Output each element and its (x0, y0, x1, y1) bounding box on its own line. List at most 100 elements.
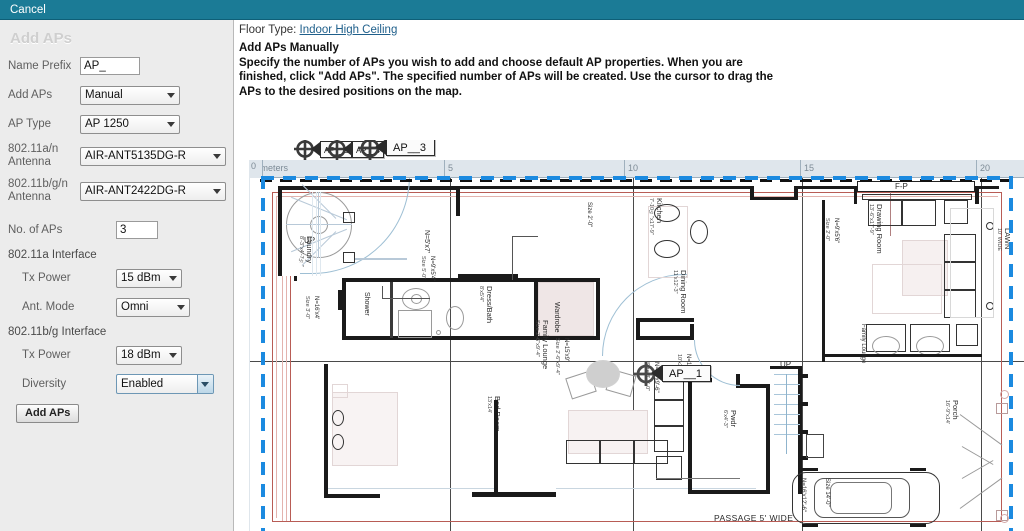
tx-power-a-label: Tx Power (22, 271, 71, 284)
instructions-title: Add APs Manually (239, 42, 339, 54)
num-aps-label: No. of APs (8, 223, 63, 236)
add-aps-form: Name Prefix Add APs Manual AP Type AP 12… (0, 53, 233, 423)
field-ant-mode: Ant. Mode Omni (8, 294, 227, 320)
section-802-11bg: 802.11b/g Interface (8, 326, 107, 338)
instructions: Add APs Manually Specify the number of A… (235, 36, 1024, 99)
add-aps-mode-value: Manual (85, 89, 123, 101)
instructions-line-1: Specify the number of APs you wish to ad… (239, 56, 743, 69)
chevron-down-icon (213, 154, 221, 159)
ap-marker-3[interactable]: AP__3 (358, 140, 436, 160)
chevron-down-icon (201, 382, 209, 387)
main-content: Floor Type: Indoor High Ceiling Add APs … (235, 20, 1024, 531)
antenna-a-label: 802.11a/n Antenna (8, 143, 59, 168)
room-label-shower: Shower (363, 292, 370, 316)
chevron-down-icon (177, 305, 185, 310)
tx-power-a-value: 15 dBm (121, 272, 161, 284)
floor-type-row: Floor Type: Indoor High Ceiling (235, 20, 1024, 36)
ap-label-text: AP__1 (662, 364, 712, 382)
dim-label-b: N=9'x5'4" Size 5'-0" (420, 256, 435, 282)
chevron-down-icon (167, 122, 175, 127)
num-aps-input[interactable] (116, 221, 158, 239)
floor-plan-drawing: F-P UP Laundry 8'-3"x4'-7½" Shower Dress… (250, 178, 1024, 531)
diversity-select[interactable]: Enabled (116, 374, 214, 394)
ap-marker-1[interactable]: AP__1 (634, 362, 712, 386)
diversity-label: Diversity (22, 377, 67, 390)
tx-power-a-select[interactable]: 15 dBm (116, 268, 182, 288)
antenna-a-value: AIR-ANT5135DG-R (85, 150, 186, 162)
ap-pointer-icon (343, 142, 352, 156)
instructions-line-3: APs to the desired positions on the map. (239, 85, 462, 98)
room-label-passage: PASSAGE 5' WIDE (714, 513, 794, 523)
ap-label-tag: AP__1 (651, 364, 712, 382)
ant-mode-label: Ant. Mode (22, 300, 75, 313)
diversity-value: Enabled (121, 378, 164, 390)
floor-type-label: Floor Type: (239, 24, 297, 36)
instructions-line-2: finished, click "Add APs". The specified… (239, 71, 774, 83)
field-tx-power-a: Tx Power 15 dBm (8, 265, 227, 291)
car-dim-2: Size 14'-0" (824, 478, 830, 507)
antenna-bg-select[interactable]: AIR-ANT2422DG-R (80, 181, 226, 201)
add-aps-sidebar: Add APs Name Prefix Add APs Manual AP Ty… (0, 20, 234, 531)
chevron-down-icon (169, 276, 177, 281)
ap-pointer-icon (375, 140, 386, 155)
ap-pointer-icon (651, 365, 662, 381)
add-aps-screen: Cancel Add APs Name Prefix Add APs Manua… (0, 0, 1024, 531)
ruler-top-tick-10: 10 (628, 163, 639, 173)
panel-title: Add APs (10, 30, 72, 47)
field-ap-type: AP Type AP 1250 (8, 111, 227, 137)
selection-border-left (261, 176, 265, 531)
ap-type-select[interactable]: AP 1250 (80, 114, 180, 134)
field-tx-power-bg: Tx Power 18 dBm (8, 342, 227, 368)
selection-border-top (261, 176, 1013, 180)
stair-label-up-2: UP (780, 360, 792, 369)
field-antenna-bg: 802.11b/g/n Antenna AIR-ANT2422DG-R (8, 175, 227, 207)
ruler-left-tick-0: 0 (251, 161, 257, 171)
antenna-a-select[interactable]: AIR-ANT5135DG-R (80, 146, 226, 166)
add-aps-submit-button[interactable]: Add APs (16, 404, 80, 423)
car-dim-1: N=16'x12'-6" (800, 478, 806, 512)
ap-label-tag: AP__3 (375, 140, 436, 156)
room-label-bed: Bed Room13'x14' (486, 396, 502, 431)
dim-label-c: N=16'x4' Size 3'-0" (304, 296, 319, 320)
floor-map[interactable]: 0 meters 5 10 15 20 0 5 10 (239, 140, 1024, 531)
field-diversity: Diversity Enabled (8, 371, 227, 397)
room-label-dress-bath: Dress/Bath 8'x5'4" (478, 286, 494, 324)
chevron-down-icon (167, 93, 175, 98)
dim-label-a: N=5'x7' (423, 230, 430, 254)
chevron-down-icon (213, 189, 221, 194)
selection-border-right (1009, 176, 1013, 531)
room-label-f-p: F-P (895, 182, 908, 191)
floor-type-link[interactable]: Indoor High Ceiling (300, 24, 398, 36)
ant-mode-select[interactable]: Omni (116, 297, 190, 317)
ap-type-label: AP Type (8, 117, 52, 130)
antenna-bg-value: AIR-ANT2422DG-R (85, 185, 186, 197)
ruler-top-tick-20: 20 (980, 163, 991, 173)
field-name-prefix: Name Prefix (8, 53, 227, 79)
room-label-porch: Porch 16'-9"x14' (944, 400, 960, 424)
dim-label-i: Family Lounge (860, 324, 866, 364)
ap-type-value: AP 1250 (85, 118, 129, 130)
window-titlebar: Cancel (0, 0, 1024, 20)
ap-label-text: AP__3 (386, 140, 436, 156)
dim-label-d: N=15'x9' Size 2'-6"x9'-4" (554, 338, 569, 375)
name-prefix-input[interactable] (80, 57, 140, 75)
room-label-family-lounge: Family Lounge Size 2'-6"x9'-4" (534, 320, 550, 370)
room-label-pwdr: Pwdr 6'x4'-3" (722, 410, 738, 428)
ant-mode-value: Omni (121, 301, 149, 313)
ruler-top-tick-5: 5 (448, 163, 454, 173)
ruler-top-tick-15: 15 (804, 163, 815, 173)
add-aps-mode-label: Add APs (8, 88, 53, 101)
field-add-aps-mode: Add APs Manual (8, 82, 227, 108)
field-num-aps: No. of APs (8, 217, 227, 243)
tx-power-bg-value: 18 dBm (121, 349, 161, 361)
field-antenna-a: 802.11a/n Antenna AIR-ANT5135DG-R (8, 140, 227, 172)
room-label-dining: Dining Room 11'x12'-3" (672, 270, 688, 314)
section-802-11a: 802.11a Interface (8, 249, 97, 261)
add-aps-mode-select[interactable]: Manual (80, 85, 180, 105)
cancel-button[interactable]: Cancel (0, 0, 46, 20)
chevron-down-icon (169, 353, 177, 358)
tx-power-bg-select[interactable]: 18 dBm (116, 345, 182, 365)
ap-pointer-icon (311, 142, 320, 156)
room-label-wardrobe: Wardrobe (553, 302, 560, 333)
dim-label-g: N=9'x5'6" Size 2'-0" (824, 218, 839, 244)
